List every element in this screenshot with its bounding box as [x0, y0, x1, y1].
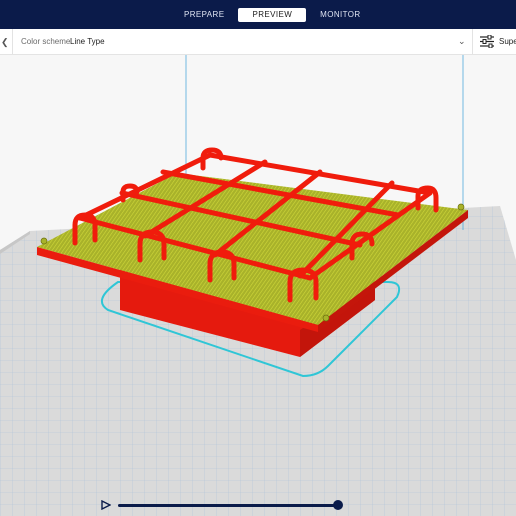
tab-prepare[interactable]: PREPARE: [170, 8, 238, 22]
layer-slider-handle[interactable]: [333, 500, 343, 510]
color-scheme-label: Color scheme: [21, 37, 71, 46]
chevron-left-icon[interactable]: ❮: [1, 37, 9, 48]
play-icon[interactable]: [101, 500, 111, 510]
stage-tabs: PREPARE PREVIEW MONITOR: [170, 8, 375, 22]
layer-slider-track[interactable]: [118, 504, 340, 507]
view-toolbar: ❮ Color scheme Line Type ⌄ Supe: [0, 29, 516, 55]
chevron-down-icon[interactable]: ⌄: [458, 36, 466, 47]
top-navigation-bar: PREPARE PREVIEW MONITOR: [0, 0, 516, 29]
3d-viewport[interactable]: [0, 55, 516, 516]
tab-preview[interactable]: PREVIEW: [238, 8, 307, 22]
tab-monitor[interactable]: MONITOR: [306, 8, 374, 22]
divider: [12, 29, 13, 54]
divider: [472, 29, 473, 54]
color-scheme-select[interactable]: Line Type: [70, 37, 105, 46]
settings-sliders-icon[interactable]: [480, 35, 494, 48]
print-settings-label[interactable]: Supe: [499, 37, 516, 46]
